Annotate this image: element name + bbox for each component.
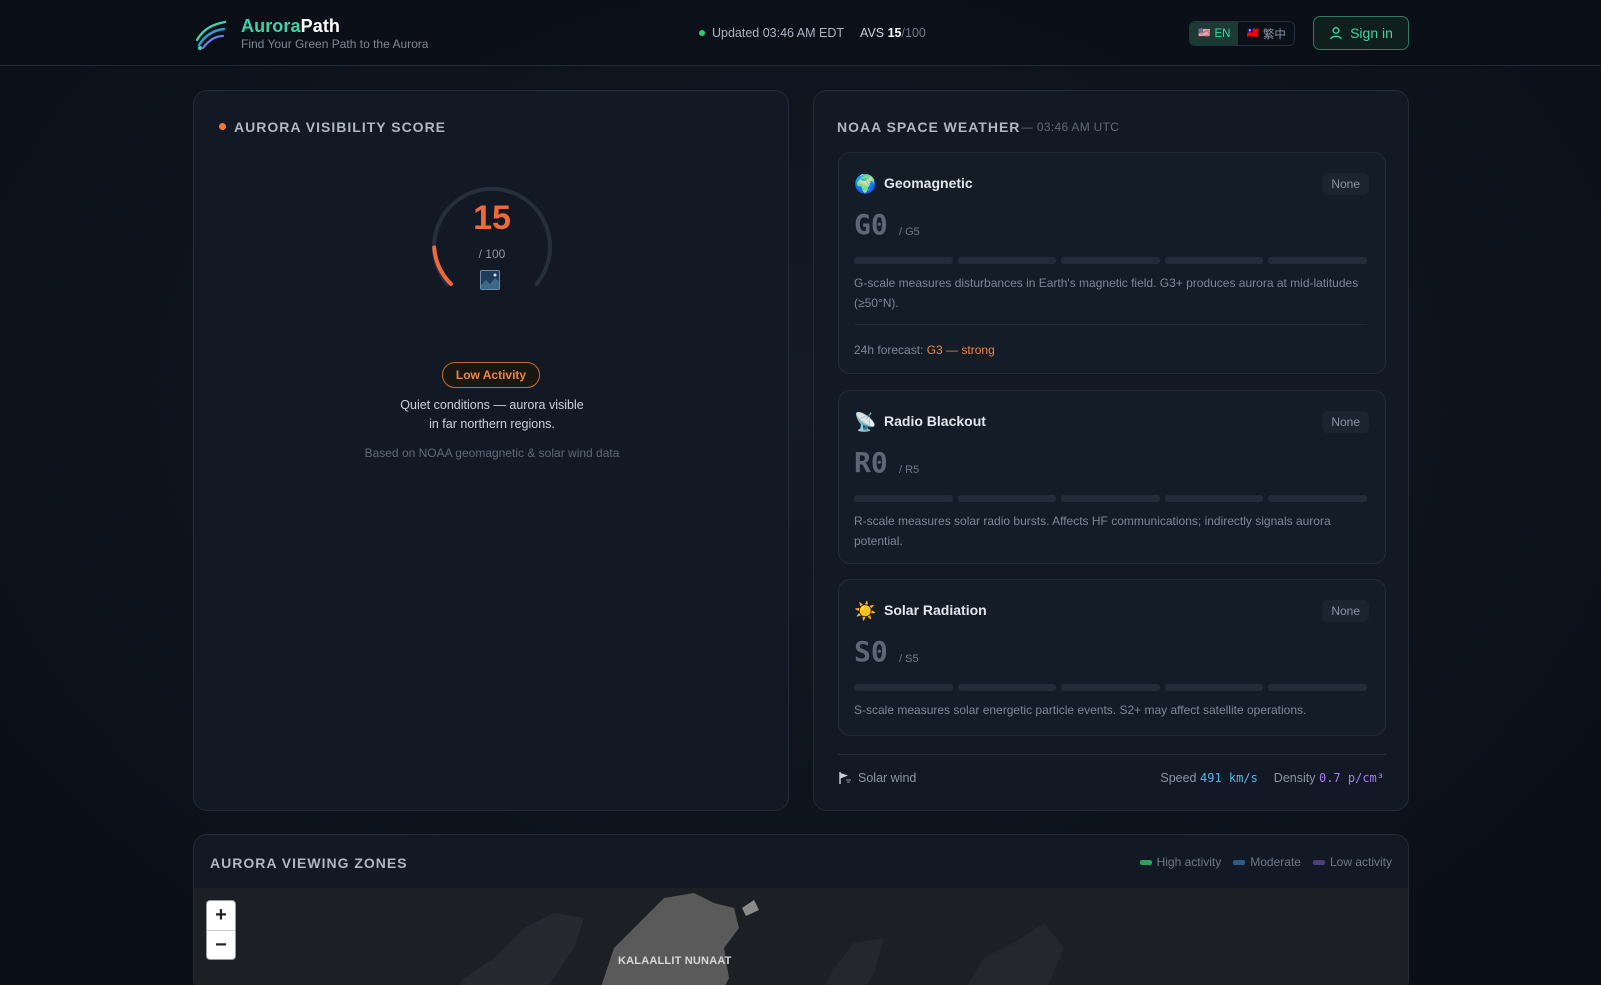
visibility-score-card: AURORA VISIBILITY SCORE 15 / 100 Low Act…	[193, 90, 789, 811]
scale-level-badge: None	[1322, 411, 1369, 433]
space-weather-card: NOAA SPACE WEATHER — 03:46 AM UTC 🌍 Geom…	[813, 90, 1409, 811]
scale-max: / S5	[899, 653, 919, 665]
legend-low: Low activity	[1312, 855, 1392, 869]
activity-description: Quiet conditions — aurora visible in far…	[400, 398, 584, 431]
scale-level-badge: None	[1322, 173, 1369, 195]
lang-en-button[interactable]: 🇺🇸 EN	[1190, 22, 1239, 45]
data-source-note: Based on NOAA geomagnetic & solar wind d…	[364, 446, 620, 460]
solar-wind-stats: Speed 491 km/s Density 0.7 p/cm³	[1160, 771, 1384, 785]
visibility-score-title: AURORA VISIBILITY SCORE	[234, 119, 447, 135]
wind-density: Density 0.7 p/cm³	[1273, 771, 1384, 785]
scale-value: R0	[854, 446, 888, 479]
scale-name: Geomagnetic	[884, 175, 973, 191]
solar-radiation-panel: ☀️ Solar Radiation None S0 / S5 S-scale …	[838, 579, 1386, 736]
us-flag-icon: 🇺🇸	[1198, 28, 1211, 39]
updated-time: Updated 03:46 AM EDT	[712, 26, 845, 40]
score-max: / 100	[478, 247, 506, 261]
scale-description: R-scale measures solar radio bursts. Aff…	[854, 514, 1331, 548]
update-status: Updated 03:46 AM EDT AVS 15/100	[699, 26, 926, 40]
activity-level-badge: Low Activity	[442, 362, 540, 388]
space-weather-title: NOAA SPACE WEATHER	[837, 119, 1021, 135]
scale-name: Solar Radiation	[884, 602, 987, 618]
top-header: AuroraPath Find Your Green Path to the A…	[0, 0, 1601, 66]
viewing-zones-title: AURORA VIEWING ZONES	[210, 855, 408, 871]
scale-level-badge: None	[1322, 600, 1369, 622]
tw-flag-icon: 🇹🇼	[1246, 28, 1259, 39]
scale-level-bars	[854, 684, 1367, 691]
scale-level-bars	[854, 257, 1367, 264]
zoom-in-button[interactable]: +	[207, 901, 235, 930]
map-terrain	[459, 893, 1064, 985]
lang-zh-button[interactable]: 🇹🇼 繁中	[1238, 22, 1293, 45]
tagline: Find Your Green Path to the Aurora	[241, 37, 429, 51]
scale-description: G-scale measures disturbances in Earth's…	[854, 276, 1359, 310]
zoom-controls: + −	[206, 900, 236, 960]
viewing-zones-card: AURORA VIEWING ZONES High activity Moder…	[193, 834, 1409, 985]
scale-value: G0	[854, 208, 888, 241]
wind-flag-icon	[839, 772, 851, 784]
scale-max: / G5	[899, 226, 920, 238]
scale-max: / R5	[899, 464, 920, 476]
avs-summary: AVS 15/100	[860, 26, 926, 40]
scale-name: Radio Blackout	[884, 413, 986, 429]
brand-name[interactable]: AuroraPath	[241, 16, 340, 37]
live-status-dot	[699, 30, 705, 36]
space-weather-updated: — 03:46 AM UTC	[1021, 120, 1120, 134]
scale-description: S-scale measures solar energetic particl…	[854, 703, 1307, 717]
legend-moderate: Moderate	[1233, 855, 1301, 869]
scale-value: S0	[854, 635, 888, 668]
aurora-map[interactable]: + − KALAALLIT NUNAAT	[194, 888, 1408, 985]
sun-icon: ☀️	[854, 601, 877, 621]
scale-level-bars	[854, 495, 1367, 502]
solar-wind-label: Solar wind	[838, 771, 916, 785]
satellite-dish-icon: 📡	[854, 412, 877, 432]
map-place-label: KALAALLIT NUNAAT	[618, 955, 732, 967]
language-switcher: 🇺🇸 EN 🇹🇼 繁中	[1189, 21, 1295, 46]
radio-blackout-panel: 📡 Radio Blackout None R0 / R5 R-scale me…	[838, 390, 1386, 564]
score-value: 15	[473, 199, 511, 237]
sign-in-button[interactable]: Sign in	[1313, 16, 1409, 50]
forecast-24h: 24h forecast: G3 — strong	[854, 343, 995, 357]
user-icon	[1330, 27, 1342, 40]
globe-icon: 🌍	[854, 174, 877, 194]
divider	[854, 324, 1367, 325]
night-sky-image	[480, 270, 500, 290]
map-legend: High activity Moderate Low activity	[1139, 855, 1392, 869]
legend-high: High activity	[1139, 855, 1221, 869]
divider	[838, 754, 1386, 755]
geomagnetic-panel: 🌍 Geomagnetic None G0 / G5 G-scale measu…	[838, 152, 1386, 374]
zoom-out-button[interactable]: −	[207, 930, 235, 959]
aurora-logo-icon[interactable]	[194, 18, 228, 50]
activity-dot	[219, 123, 226, 130]
wind-speed: Speed 491 km/s	[1160, 771, 1258, 785]
